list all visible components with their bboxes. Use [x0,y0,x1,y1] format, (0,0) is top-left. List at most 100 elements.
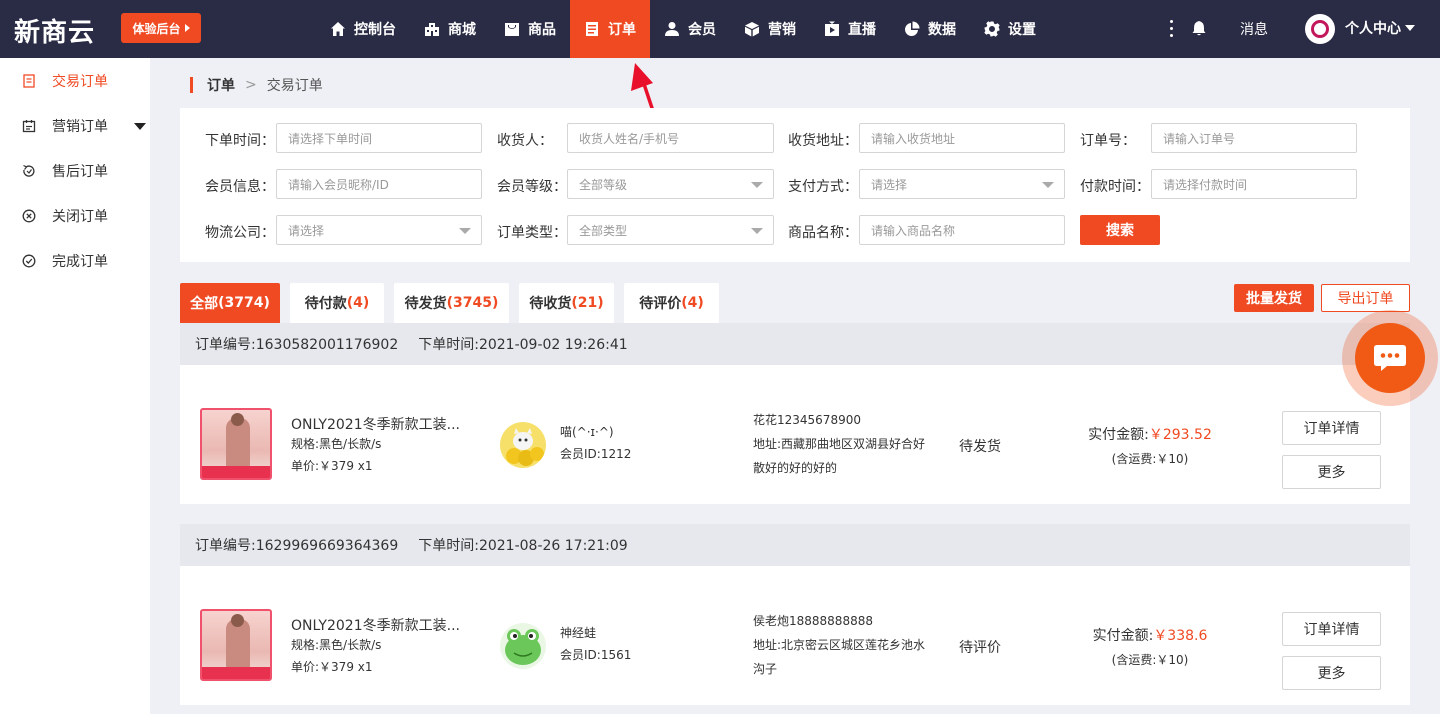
sidebar-item-label: 关闭订单 [52,208,108,225]
calendar-icon [22,119,36,132]
order-detail-button[interactable]: 订单详情 [1282,411,1381,445]
receiver-name-phone: 花花12345678900 [753,413,861,427]
order-number: 订单编号:1629969669364369 [195,538,399,554]
tab-label: 待评价 [639,296,682,312]
member-avatar[interactable] [500,422,546,468]
personal-center-label: 个人中心 [1345,21,1401,37]
member-info-input[interactable]: 请输入会员昵称/ID [276,169,482,199]
store-icon [425,23,439,36]
paid-amount: ￥293.52 [1148,427,1212,443]
bell-icon[interactable] [1191,20,1207,40]
filter-panel: 下单时间： 请选择下单时间 收货人： 收货人姓名/手机号 收货地址： 请输入收货… [180,108,1410,262]
sidebar-item-trade-orders[interactable]: 交易订单 [0,58,150,103]
sidebar-item-marketing-orders[interactable]: 营销订单 [0,103,150,148]
nav-label: 订单 [608,22,636,38]
nav-mall[interactable]: 商城 [410,0,490,58]
export-orders-button[interactable]: 导出订单 [1321,284,1410,312]
order-time: 下单时间:2021-09-02 19:26:41 [418,337,628,353]
order-time: 下单时间:2021-08-26 17:21:09 [418,538,628,554]
nav-marketing[interactable]: 营销 [730,0,810,58]
gear-icon [984,21,1000,37]
nav-label: 营销 [768,22,796,38]
pay-time-input[interactable]: 请选择付款时间 [1151,169,1357,199]
order-type-select[interactable]: 全部类型 [567,215,774,245]
nav-live[interactable]: 直播 [810,0,890,58]
receiver-info: 花花12345678900 地址:西藏那曲地区双湖县好合好散好的好的好的 [753,408,933,480]
nav-data[interactable]: 数据 [890,0,970,58]
sidebar-item-after-sale-orders[interactable]: 售后订单 [0,148,150,193]
top-nav-bar: 新商云 体验后台 控制台 商城 商品 订单 会员 营销 直播 数据 设置 消息 … [0,0,1440,58]
more-button[interactable]: 更多 [1282,656,1381,690]
sidebar-item-label: 售后订单 [52,163,108,180]
product-thumbnail[interactable] [200,609,272,681]
order-detail-button[interactable]: 订单详情 [1282,612,1381,646]
messages-link[interactable]: 消息 [1240,19,1268,39]
order-type-label: 订单类型： [497,225,567,241]
brand-logo[interactable]: 新商云 [14,12,95,49]
order-number: 订单编号:1630582001176902 [195,337,399,353]
pay-method-label: 支付方式： [788,179,858,195]
personal-center-menu[interactable]: 个人中心 [1345,18,1415,38]
member-name: 喵(^·ɪ·^) [560,425,614,439]
chevron-down-icon [751,182,763,188]
trial-backend-button[interactable]: 体验后台 [121,13,201,43]
product-name-label: 商品名称： [788,225,858,241]
nav-label: 商城 [448,22,476,38]
chevron-down-icon [1042,182,1054,188]
chevron-down-icon [134,123,146,130]
member-avatar[interactable] [500,623,546,669]
order-no-input[interactable]: 请输入订单号 [1151,123,1357,153]
address-input[interactable]: 请输入收货地址 [859,123,1065,153]
sidebar-item-closed-orders[interactable]: 关闭订单 [0,193,150,238]
product-title[interactable]: ONLY2021冬季新款工装... [291,414,460,434]
address-label: 收货地址： [788,133,858,149]
product-thumbnail[interactable] [200,408,272,480]
nav-members[interactable]: 会员 [650,0,730,58]
live-icon [825,21,839,36]
order-time-input[interactable]: 请选择下单时间 [276,123,482,153]
member-level-value: 全部等级 [579,177,628,192]
tab-all[interactable]: 全部 (3774) [180,283,280,323]
nav-orders[interactable]: 订单 [570,0,650,58]
member-level-select[interactable]: 全部等级 [567,169,774,199]
product-title[interactable]: ONLY2021冬季新款工装... [291,615,460,635]
nav-settings[interactable]: 设置 [970,0,1050,58]
pay-method-value: 请选择 [871,177,908,192]
product-meta: 规格:黑色/长款/s 单价:￥379 x1 [291,634,381,678]
pie-icon [905,21,920,36]
shipping-fee: (含运费:￥10) [1111,452,1189,466]
tab-pending-receipt[interactable]: 待收货 (21) [519,283,614,323]
receiver-input[interactable]: 收货人姓名/手机号 [567,123,774,153]
nav-label: 直播 [848,22,876,38]
tab-label: 待收货 [529,296,572,312]
nav-products[interactable]: 商品 [490,0,570,58]
batch-ship-button[interactable]: 批量发货 [1234,284,1314,312]
order-header: 订单编号:1629969669364369 下单时间:2021-08-26 17… [180,524,1410,566]
trial-button-label: 体验后台 [132,21,181,36]
tab-count: (4) [346,295,370,311]
receiver-address: 地址:西藏那曲地区双湖县好合好散好的好的好的 [753,437,926,475]
sidebar-item-label: 营销订单 [52,118,108,135]
receiver-label: 收货人： [497,133,553,149]
sidebar-item-completed-orders[interactable]: 完成订单 [0,238,150,283]
member-info-label: 会员信息： [205,179,275,195]
payment-info: 实付金额:￥338.6 (含运费:￥10) [1080,625,1220,668]
search-button[interactable]: 搜索 [1080,215,1160,245]
chat-float-button[interactable] [1342,310,1438,406]
cube-icon [745,22,759,37]
more-vertical-icon[interactable] [1170,20,1174,41]
user-avatar[interactable] [1305,14,1335,44]
nav-dashboard[interactable]: 控制台 [316,0,410,58]
logistics-select[interactable]: 请选择 [276,215,482,245]
member-info: 喵(^·ɪ·^) 会员ID:1212 [560,421,631,465]
breadcrumb-current[interactable]: 订单 [207,75,235,95]
payment-info: 实付金额:￥293.52 (含运费:￥10) [1080,424,1220,467]
tab-pending-shipment[interactable]: 待发货 (3745) [394,283,509,323]
main-nav: 控制台 商城 商品 订单 会员 营销 直播 数据 设置 [316,0,1050,58]
tab-pending-payment[interactable]: 待付款 (4) [290,283,384,323]
pay-method-select[interactable]: 请选择 [859,169,1065,199]
nav-label: 会员 [688,22,716,38]
tab-pending-review[interactable]: 待评价 (4) [624,283,719,323]
more-button[interactable]: 更多 [1282,455,1381,489]
product-name-input[interactable]: 请输入商品名称 [859,215,1065,245]
